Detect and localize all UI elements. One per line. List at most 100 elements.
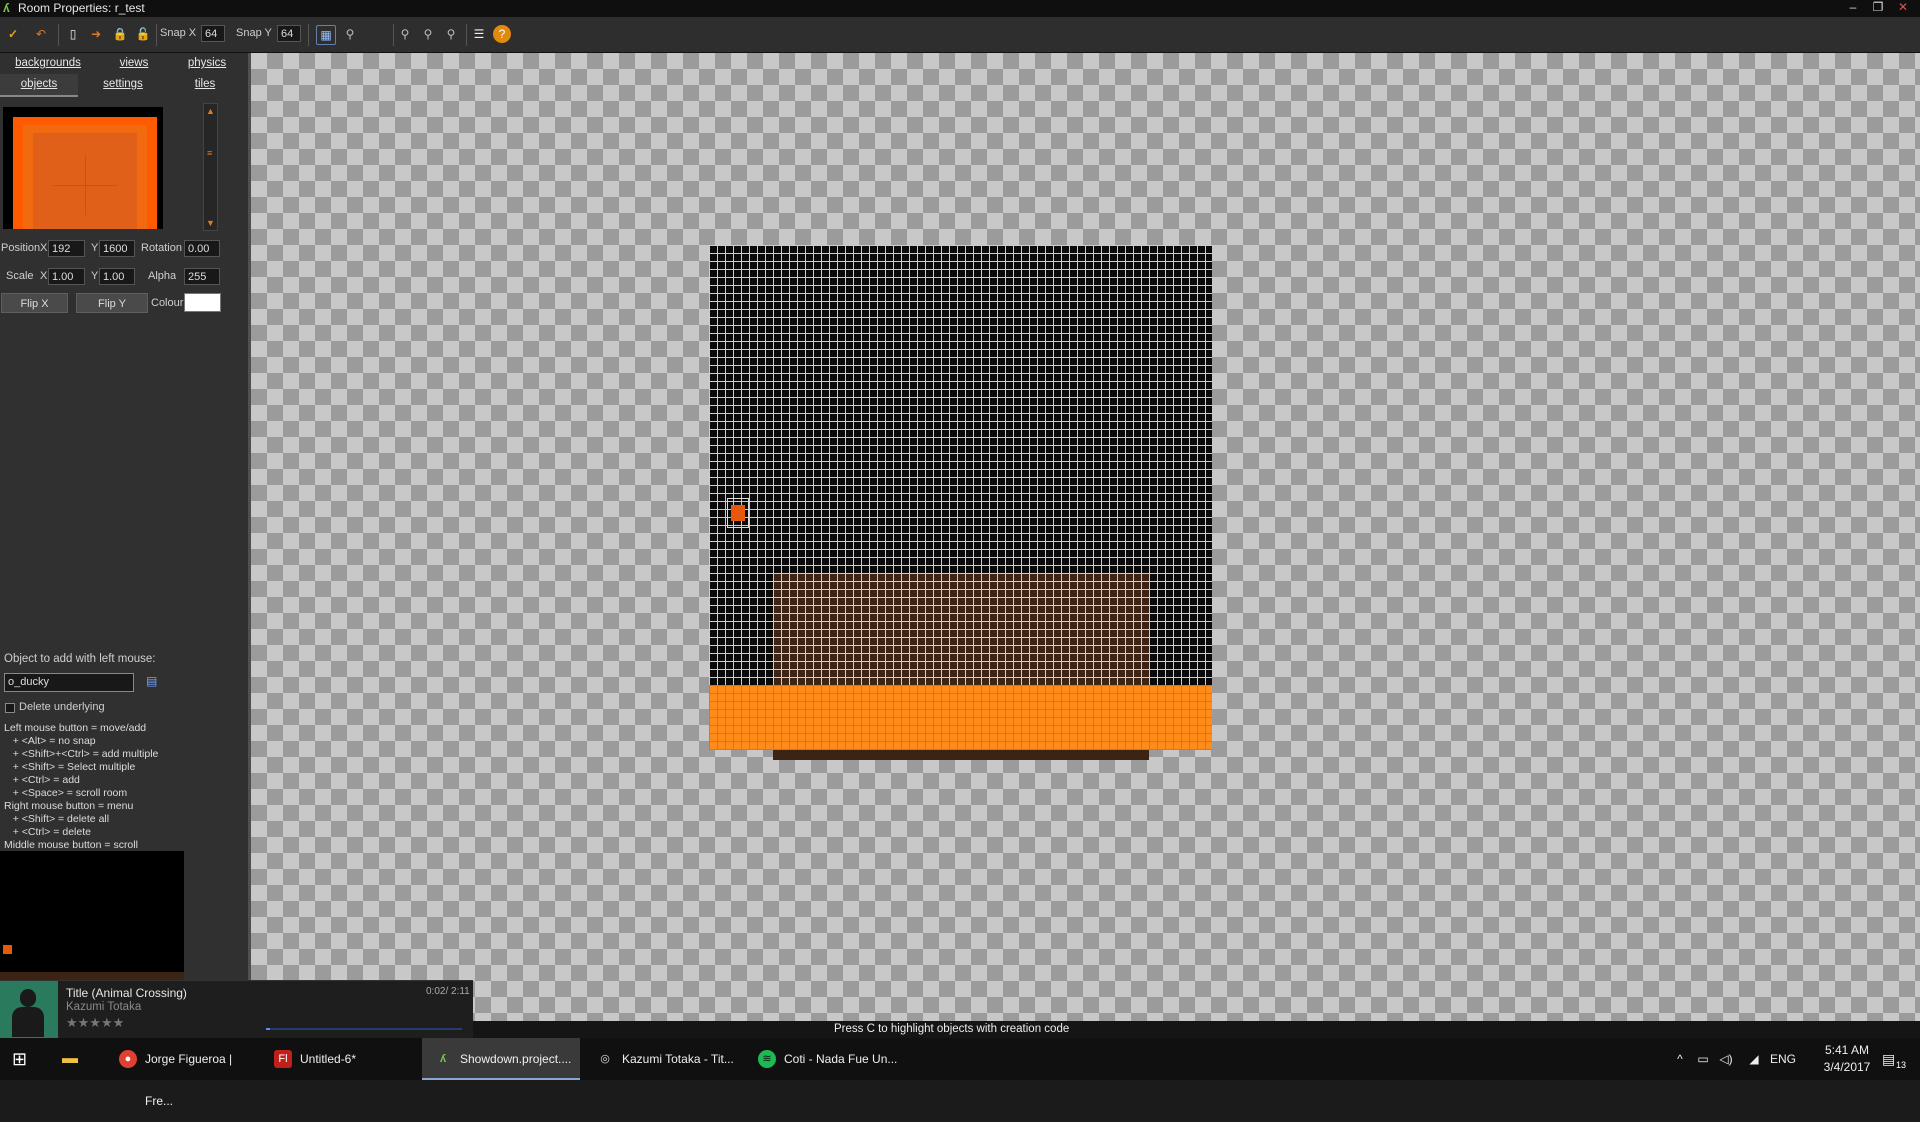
track-artist: Kazumi Totaka: [66, 1001, 142, 1013]
zoom-reset-icon[interactable]: ⚲: [419, 25, 437, 43]
spotify-icon: ≋: [758, 1050, 776, 1068]
flip-x-button[interactable]: Flip X: [1, 293, 68, 313]
taskbar-item-spotify[interactable]: ≋ Coti - Nada Fue Un...: [746, 1038, 898, 1080]
tab-backgrounds[interactable]: backgrounds: [0, 53, 96, 74]
position-y-label: Y: [91, 242, 99, 254]
file-explorer-icon[interactable]: ▬: [62, 1049, 84, 1069]
title-bar: ʎ Room Properties: r_test – ❐ ✕: [0, 0, 1920, 17]
zoom-out-icon[interactable]: ⚲: [396, 25, 414, 43]
clock-date[interactable]: 3/4/2017: [1812, 1060, 1882, 1074]
help-line: + <Alt> = no snap: [4, 735, 96, 747]
flash-icon: Fl: [274, 1050, 292, 1068]
confirm-checkmark-icon[interactable]: ✓: [4, 25, 22, 43]
tab-objects[interactable]: objects: [0, 74, 78, 97]
track-title: Title (Animal Crossing): [66, 986, 187, 1000]
rotation-input[interactable]: 0.00: [184, 240, 220, 257]
shift-arrow-icon[interactable]: ➜: [87, 25, 105, 43]
zoom-in-icon[interactable]: ⚲: [442, 25, 460, 43]
unlock-icon[interactable]: 🔓: [134, 25, 152, 43]
windows-taskbar: ⊞ ▬ ● Jorge Figueroa | Fre... Fl Untitle…: [0, 1038, 1920, 1108]
tab-views[interactable]: views: [96, 53, 172, 74]
position-x-input[interactable]: 192: [48, 240, 85, 257]
maximize-button[interactable]: ❐: [1867, 0, 1889, 17]
taskbar-item-label: Untitled-6*: [300, 1052, 357, 1066]
undo-icon[interactable]: ↶: [32, 25, 50, 43]
scroll-down-icon[interactable]: ▼: [206, 218, 215, 228]
list-icon[interactable]: ☰: [470, 25, 488, 43]
track-time: 0:02/ 2:11: [426, 986, 470, 997]
gamemaker-icon: ʎ: [439, 1053, 447, 1065]
track-progress-bar[interactable]: [266, 1028, 462, 1030]
lock-icon[interactable]: 🔒: [111, 25, 129, 43]
scale-label: Scale: [6, 270, 34, 282]
battery-icon[interactable]: ▭: [1694, 1038, 1712, 1080]
object-picker-label: Object to add with left mouse:: [4, 653, 156, 665]
tab-tiles[interactable]: tiles: [168, 74, 242, 95]
alpha-label: Alpha: [148, 270, 177, 282]
grid-toggle-icon[interactable]: ▦: [316, 25, 336, 45]
language-indicator[interactable]: ENG: [1768, 1038, 1798, 1080]
toolbar-separator: [466, 24, 467, 46]
notification-count: 13: [1896, 1060, 1907, 1070]
room-grid: [709, 245, 1212, 750]
preview-scrollbar[interactable]: ▲ ≡ ▼: [203, 103, 218, 231]
tab-physics[interactable]: physics: [172, 53, 242, 74]
room-minimap[interactable]: [0, 851, 184, 981]
volume-icon[interactable]: ◁): [1717, 1038, 1735, 1080]
snap-y-input[interactable]: 64: [277, 25, 301, 42]
position-y-input[interactable]: 1600: [99, 240, 135, 257]
colour-label: Colour: [151, 297, 184, 309]
window-title: Room Properties: r_test: [18, 1, 145, 15]
snap-x-input[interactable]: 64: [201, 25, 225, 42]
scale-x-label: X: [40, 270, 48, 282]
flip-y-button[interactable]: Flip Y: [76, 293, 148, 313]
taskbar-item-flash[interactable]: Fl Untitled-6*: [262, 1038, 412, 1080]
minimize-button[interactable]: –: [1842, 0, 1864, 17]
wifi-icon[interactable]: ◢: [1745, 1038, 1763, 1080]
position-x-label: X: [40, 242, 48, 254]
taskbar-item-label: Jorge Figueroa | Fre...: [145, 1052, 233, 1108]
alpha-input[interactable]: 255: [184, 268, 220, 285]
colour-swatch[interactable]: [184, 293, 221, 312]
object-sprite-preview[interactable]: [3, 107, 163, 229]
track-progress-fill: [266, 1028, 270, 1030]
rating-stars[interactable]: ★★★★★: [66, 1015, 124, 1031]
help-line: + <Ctrl> = delete: [4, 826, 91, 838]
windows-start-icon[interactable]: ⊞: [12, 1049, 32, 1069]
gamemaker-icon: ʎ: [3, 1, 10, 15]
taskbar-item-gamemaker[interactable]: ʎ Showdown.project....: [422, 1038, 580, 1080]
delete-underlying-checkbox[interactable]: [5, 703, 15, 713]
floor-grid: [709, 685, 1212, 750]
scale-x-input[interactable]: 1.00: [48, 268, 85, 285]
floor-ledge: [773, 750, 1149, 760]
scale-y-label: Y: [91, 270, 99, 282]
object-select-menu-icon[interactable]: ▤: [146, 674, 160, 688]
scroll-up-icon[interactable]: ▲: [206, 106, 215, 116]
scroll-grip-icon[interactable]: ≡: [207, 148, 212, 158]
toolbar-separator: [393, 24, 394, 46]
tab-settings[interactable]: settings: [78, 74, 168, 95]
status-bar: Press C to highlight objects with creati…: [473, 1021, 1920, 1038]
help-line: Right mouse button = menu: [4, 800, 134, 812]
close-button[interactable]: ✕: [1892, 0, 1914, 17]
scale-y-input[interactable]: 1.00: [99, 268, 135, 285]
help-line: + <Shift> = delete all: [4, 813, 110, 825]
room-area[interactable]: [709, 245, 1212, 750]
new-document-icon[interactable]: ▯: [64, 25, 82, 43]
taskbar-item-music-player[interactable]: ◎ Kazumi Totaka - Tit...: [584, 1038, 742, 1080]
room-toolbar: ✓ ↶ ▯ ➜ 🔒 🔓 Snap X 64 Snap Y 64 ▦ ⚲ ⚲ ⚲ …: [0, 17, 1920, 53]
magnify-dropdown-icon[interactable]: ⚲: [341, 25, 359, 43]
music-player-icon: ◎: [600, 1053, 610, 1065]
taskbar-item-label: Showdown.project....: [460, 1052, 572, 1066]
snap-x-label: Snap X: [160, 27, 197, 39]
snap-y-label: Snap Y: [236, 27, 272, 39]
status-text: Press C to highlight objects with creati…: [834, 1023, 1070, 1035]
ducky-instance[interactable]: [727, 498, 749, 528]
now-playing-widget[interactable]: Title (Animal Crossing) Kazumi Totaka ★★…: [0, 980, 473, 1039]
clock-time[interactable]: 5:41 AM: [1812, 1043, 1882, 1057]
taskbar-item-chrome[interactable]: ● Jorge Figueroa | Fre...: [107, 1038, 257, 1108]
object-picker-input[interactable]: o_ducky: [4, 673, 134, 692]
minimap-instance-marker: [3, 945, 12, 954]
tray-overflow-icon[interactable]: ^: [1672, 1038, 1688, 1080]
help-icon[interactable]: ?: [493, 25, 511, 43]
